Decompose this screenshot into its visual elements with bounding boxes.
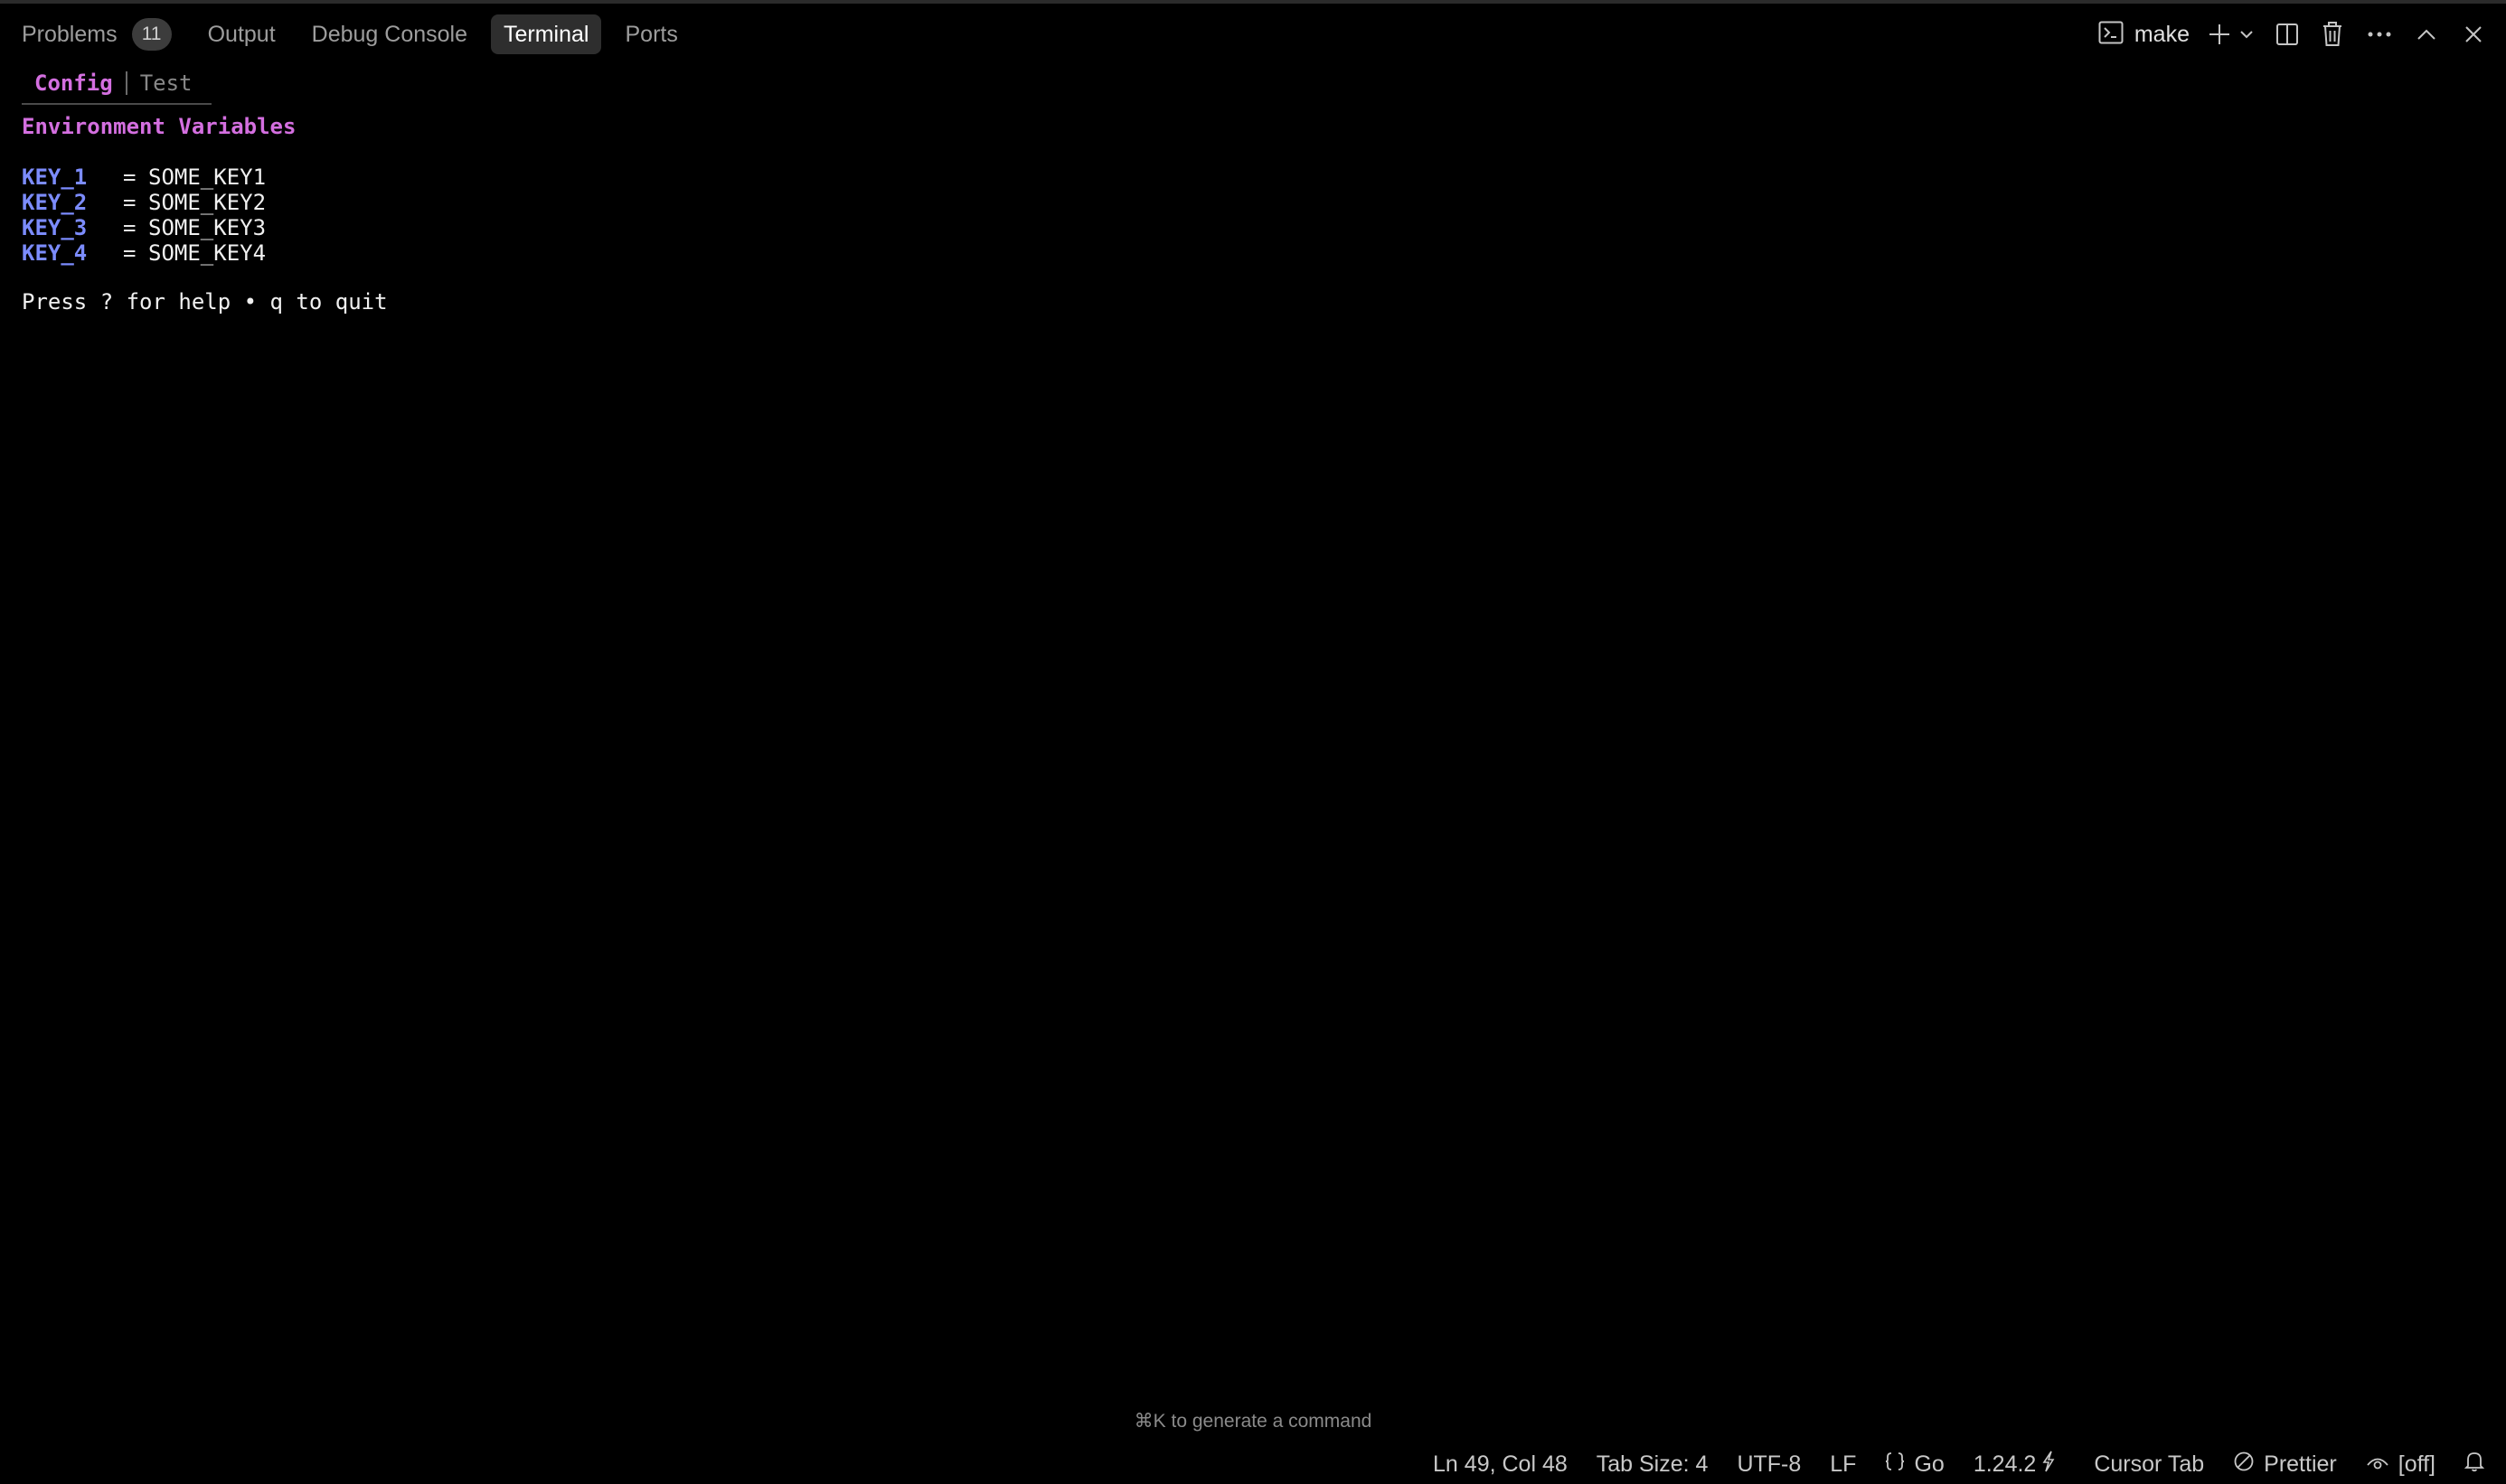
bell-icon [2464, 1451, 2493, 1479]
close-icon [2464, 24, 2483, 44]
help-footer: Press ? for help • q to quit [22, 289, 388, 315]
status-eol[interactable]: LF [1830, 1451, 1856, 1478]
maximize-panel-button[interactable] [2407, 14, 2446, 54]
status-language[interactable]: Go [1885, 1451, 1945, 1478]
status-cursor-tab[interactable]: Cursor Tab [2094, 1451, 2204, 1478]
tab-problems[interactable]: Problems 11 [9, 14, 184, 54]
status-tab-size[interactable]: Tab Size: 4 [1597, 1451, 1709, 1478]
eol-label: LF [1830, 1451, 1857, 1477]
panel-actions: make [2089, 14, 2493, 54]
env-row: KEY_3 = SOME_KEY3 [22, 215, 266, 240]
status-notifications[interactable] [2464, 1451, 2493, 1479]
env-value: SOME_KEY2 [148, 190, 267, 215]
env-equals: = [123, 215, 137, 240]
env-equals: = [123, 164, 137, 190]
status-copilot[interactable]: [off] [2366, 1451, 2435, 1478]
tab-ports[interactable]: Ports [612, 14, 690, 54]
env-key: KEY_4 [22, 240, 88, 266]
panel-top-border [0, 0, 2506, 4]
encoding-label: UTF-8 [1737, 1451, 1802, 1477]
split-terminal-button[interactable] [2267, 14, 2307, 54]
generate-command-hint: ⌘K to generate a command [1134, 1411, 1372, 1432]
more-actions-button[interactable] [2360, 14, 2399, 54]
env-row: KEY_4 = SOME_KEY4 [22, 240, 266, 266]
tab-ports-label: Ports [625, 21, 678, 47]
env-value: SOME_KEY3 [148, 215, 267, 240]
status-go-version[interactable]: 1.24.2 [1974, 1451, 2066, 1479]
tab-terminal[interactable]: Terminal [491, 14, 602, 54]
status-encoding[interactable]: UTF-8 [1737, 1451, 1801, 1478]
tui-tabs: Config Test [22, 63, 212, 105]
cursor-position-label: Ln 49, Col 48 [1433, 1451, 1568, 1477]
go-version-label: 1.24.2 [1973, 1451, 2037, 1477]
terminal-area[interactable]: Config Test Environment Variables KEY_1 … [0, 58, 2506, 1395]
env-key: KEY_3 [22, 215, 88, 240]
new-terminal-button[interactable] [2204, 14, 2235, 54]
prettier-label: Prettier [2264, 1451, 2337, 1477]
panel-tab-bar: Problems 11 Output Debug Console Termina… [0, 5, 2506, 63]
tab-terminal-label: Terminal [504, 21, 589, 47]
panel-tabs: Problems 11 Output Debug Console Termina… [9, 14, 702, 54]
split-icon [2275, 23, 2299, 46]
env-equals: = [123, 190, 137, 215]
env-key: KEY_2 [22, 190, 88, 215]
eye-icon [2366, 1451, 2398, 1478]
plus-icon [2208, 23, 2231, 46]
trash-icon [2322, 22, 2343, 47]
tui-tab-test[interactable]: Test [127, 70, 205, 96]
tab-output[interactable]: Output [195, 14, 288, 54]
chevron-down-icon [2239, 29, 2254, 40]
lightning-icon [2041, 1451, 2065, 1479]
terminal-instance-button[interactable]: make [2089, 14, 2199, 54]
braces-icon [1885, 1451, 1914, 1478]
env-value: SOME_KEY4 [148, 240, 267, 266]
cursor-tab-label: Cursor Tab [2094, 1451, 2205, 1477]
terminal-profiles-dropdown[interactable] [2235, 14, 2258, 54]
language-label: Go [1914, 1451, 1945, 1477]
more-icon [2367, 31, 2392, 38]
env-variable-list: KEY_1 = SOME_KEY1 KEY_2 = SOME_KEY2 KEY_… [22, 164, 266, 266]
env-equals: = [123, 240, 137, 266]
tab-debug-console-label: Debug Console [311, 21, 467, 47]
status-prettier[interactable]: Prettier [2233, 1451, 2337, 1479]
tui-tab-config[interactable]: Config [22, 70, 126, 96]
chevron-up-icon [2416, 28, 2436, 41]
close-panel-button[interactable] [2454, 14, 2493, 54]
section-title: Environment Variables [22, 114, 297, 139]
env-value: SOME_KEY1 [148, 164, 267, 190]
kill-terminal-button[interactable] [2313, 14, 2352, 54]
env-key: KEY_1 [22, 164, 88, 190]
prettier-disabled-icon [2233, 1451, 2264, 1479]
status-bar: Ln 49, Col 48 Tab Size: 4 UTF-8 LF Go 1.… [0, 1444, 2506, 1484]
tab-size-label: Tab Size: 4 [1596, 1451, 1709, 1477]
tab-problems-label: Problems [22, 21, 118, 47]
terminal-icon [2098, 21, 2124, 49]
terminal-instance-name: make [2134, 21, 2190, 47]
tab-debug-console[interactable]: Debug Console [299, 14, 480, 54]
status-cursor-position[interactable]: Ln 49, Col 48 [1433, 1451, 1568, 1478]
copilot-status-label: [off] [2398, 1451, 2435, 1477]
env-row: KEY_2 = SOME_KEY2 [22, 190, 266, 215]
tab-output-label: Output [207, 21, 276, 47]
problems-count-badge: 11 [131, 18, 172, 51]
env-row: KEY_1 = SOME_KEY1 [22, 164, 266, 190]
